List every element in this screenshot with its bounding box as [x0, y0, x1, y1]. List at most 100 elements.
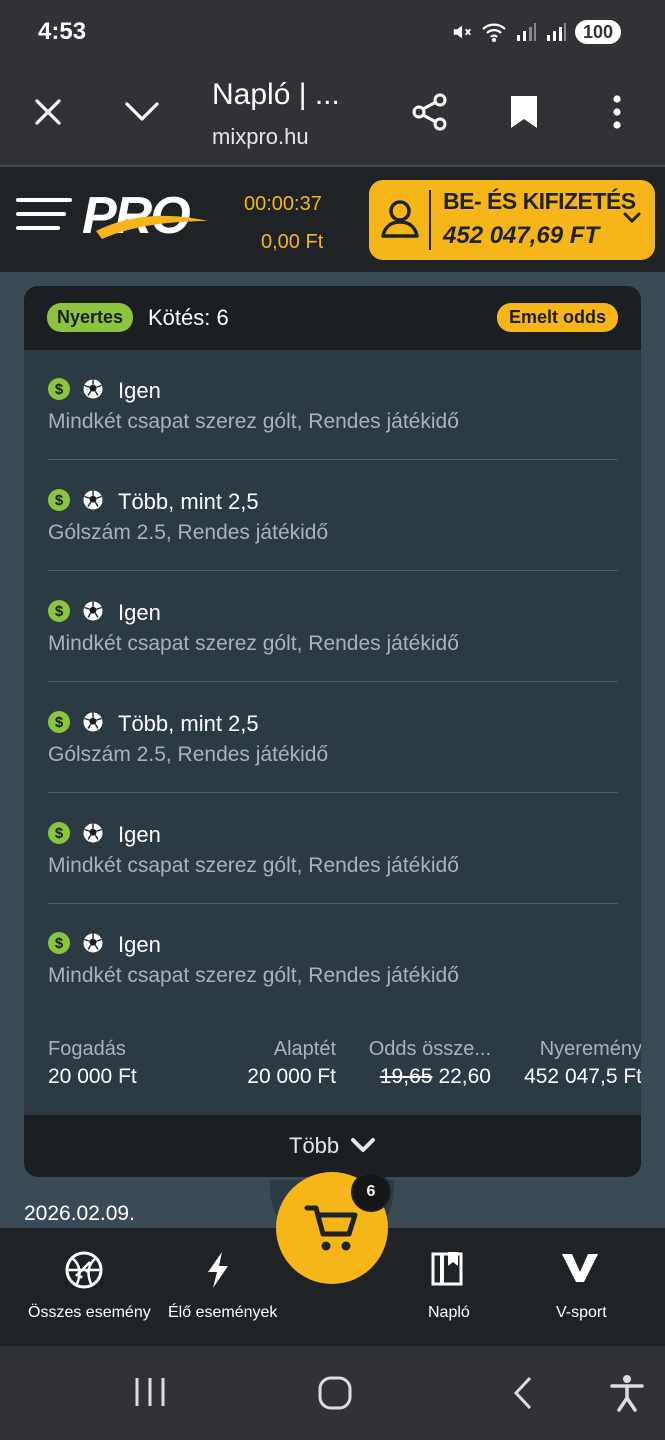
- nav-journal[interactable]: Napló: [420, 1228, 476, 1346]
- selection-name: Igen: [118, 378, 161, 403]
- boosted-odds-badge: Emelt odds: [496, 303, 618, 332]
- back-icon: [513, 1376, 532, 1410]
- winnings-label: Nyeremény: [539, 1038, 641, 1060]
- status-badge: Nyertes: [47, 303, 134, 332]
- more-options-button[interactable]: [604, 92, 630, 132]
- soccer-ball-icon: [83, 933, 103, 953]
- dollar-icon: $: [48, 378, 70, 400]
- selection-item: $ Több, mint 2,5 Gólszám 2.5, Rendes ját…: [48, 683, 618, 793]
- winnings-column: Nyeremény 452 047,5 Ft: [500, 1038, 641, 1089]
- divider: [48, 570, 618, 571]
- soccer-ball-icon: [83, 823, 103, 843]
- header-balance: 0,00 Ft: [261, 231, 324, 253]
- selection-item: $ Több, mint 2,5 Gólszám 2.5, Rendes ját…: [48, 461, 618, 571]
- nav-live-events[interactable]: Élő események: [164, 1228, 278, 1346]
- user-icon: [381, 200, 419, 238]
- share-button[interactable]: [408, 90, 452, 134]
- share-icon: [412, 93, 447, 131]
- chevron-down-icon: [351, 1138, 375, 1152]
- stake-value: 20 000 Ft: [48, 1065, 137, 1088]
- lightning-icon: [208, 1252, 228, 1288]
- menu-icon-line: [16, 226, 60, 230]
- battery-indicator: 100: [574, 20, 621, 44]
- menu-button[interactable]: [16, 198, 72, 232]
- bet-card: Nyertes Kötés: 6 Emelt odds $ Igen Mindk…: [24, 286, 641, 1177]
- selection-market: Mindkét csapat szerez gólt, Rendes játék…: [48, 854, 459, 877]
- selection-market: Gólszám 2.5, Rendes játékidő: [48, 743, 329, 766]
- cart-icon: [304, 1205, 358, 1251]
- more-label: Több: [289, 1133, 340, 1158]
- winnings-value: 452 047,5 Ft: [524, 1065, 641, 1088]
- status-icons: 100: [451, 20, 621, 44]
- recent-apps-button[interactable]: [132, 1374, 168, 1415]
- page-title: Napló | ...: [212, 78, 340, 111]
- vsport-icon: [562, 1254, 598, 1282]
- pay-label: BE- ÉS KIFIZETÉS: [443, 188, 636, 214]
- selection-name: Több, mint 2,5: [118, 489, 259, 514]
- chevron-down-icon: [125, 102, 159, 121]
- accessibility-button[interactable]: [610, 1374, 644, 1417]
- selection-market: Gólszám 2.5, Rendes játékidő: [48, 521, 329, 544]
- selection-item: $ Igen Mindkét csapat szerez gólt, Rende…: [48, 350, 618, 460]
- wifi-icon: [482, 23, 506, 42]
- page-url[interactable]: mixpro.hu: [212, 124, 309, 150]
- odds-value: 19,65 22,60: [357, 1065, 491, 1089]
- back-button[interactable]: [508, 1374, 538, 1417]
- nav-all-events-label: Összes esemény: [28, 1304, 151, 1321]
- selection-name: Igen: [118, 822, 161, 847]
- soccer-ball-icon: [83, 490, 103, 510]
- bet-count: Kötés: 6: [148, 305, 229, 330]
- divider: [48, 792, 618, 793]
- selection-market: Mindkét csapat szerez gólt, Rendes játék…: [48, 964, 459, 987]
- nav-vsport[interactable]: V-sport: [548, 1228, 614, 1346]
- dollar-icon: $: [48, 711, 70, 733]
- home-icon: [318, 1376, 352, 1410]
- mute-icon: [453, 25, 471, 39]
- nav-live-events-label: Élő események: [168, 1304, 278, 1321]
- divider: [48, 681, 618, 682]
- system-nav-bar: [0, 1346, 665, 1440]
- close-tab-button[interactable]: [28, 92, 68, 132]
- odds-label: Odds össze...: [368, 1038, 491, 1060]
- browser-toolbar: Napló | ... mixpro.hu: [0, 66, 665, 166]
- selection-name: Több, mint 2,5: [118, 711, 259, 736]
- signal-icon: [516, 23, 536, 41]
- soccer-ball-icon: [83, 712, 103, 732]
- status-time: 4:53: [38, 18, 87, 45]
- dollar-icon: $: [48, 932, 70, 954]
- stake-column: Fogadás 20 000 Ft: [48, 1038, 137, 1089]
- status-bar: 4:53 100: [0, 0, 665, 66]
- section-date: 2026.02.09.: [24, 1202, 135, 1225]
- bookmark-button[interactable]: [506, 92, 542, 132]
- accessibility-icon: [610, 1375, 644, 1412]
- home-button[interactable]: [316, 1374, 354, 1417]
- dollar-icon: $: [48, 600, 70, 622]
- more-vert-icon: [613, 95, 621, 129]
- soccer-ball-icon: [83, 379, 103, 399]
- old-odds: 19,65: [379, 1065, 433, 1088]
- nav-vsport-label: V-sport: [556, 1304, 607, 1321]
- more-button[interactable]: Több: [24, 1115, 641, 1177]
- bet-card-header: Nyertes Kötés: 6 Emelt odds: [24, 286, 641, 350]
- dollar-icon: $: [48, 822, 70, 844]
- selection-item: $ Igen Mindkét csapat szerez gólt, Rende…: [48, 904, 618, 1014]
- selection-name: Igen: [118, 600, 161, 625]
- close-icon: [35, 99, 61, 125]
- selection-market: Mindkét csapat szerez gólt, Rendes játék…: [48, 632, 459, 655]
- chevron-down-icon: [623, 212, 641, 224]
- odds-column: Odds össze... 19,65 22,60: [357, 1038, 491, 1089]
- signal-icon-2: [546, 23, 566, 41]
- minimize-button[interactable]: [120, 92, 164, 132]
- pay-amount: 452 047,69 FT: [443, 222, 600, 249]
- sports-balls-icon: [65, 1251, 103, 1289]
- base-stake-value: 20 000 Ft: [247, 1065, 336, 1088]
- nav-journal-label: Napló: [428, 1304, 470, 1321]
- selection-market: Mindkét csapat szerez gólt, Rendes játék…: [48, 410, 459, 433]
- pro-logo[interactable]: PRO: [82, 187, 212, 250]
- session-timer: 00:00:37: [244, 193, 322, 215]
- deposit-withdraw-button[interactable]: BE- ÉS KIFIZETÉS 452 047,69 FT: [369, 180, 655, 260]
- journal-icon: [431, 1252, 463, 1286]
- nav-all-events[interactable]: Összes esemény: [20, 1228, 151, 1346]
- recent-apps-icon: [135, 1378, 165, 1406]
- soccer-ball-icon: [83, 601, 103, 621]
